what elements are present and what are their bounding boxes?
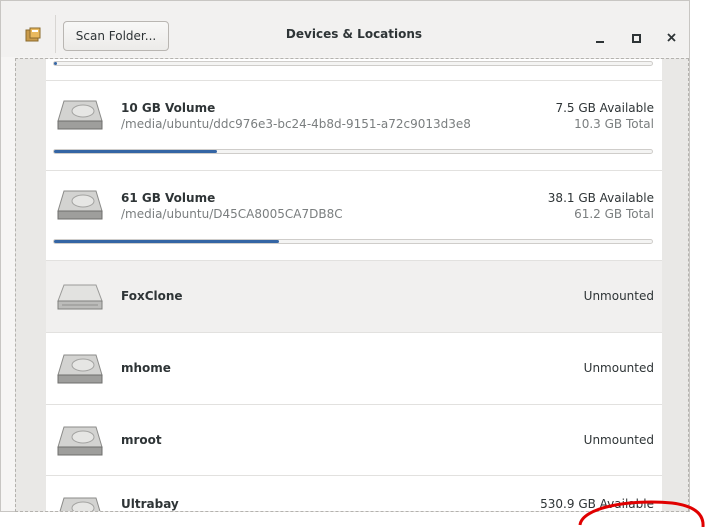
- list-item[interactable]: mroot Unmounted: [46, 405, 662, 475]
- list-item[interactable]: Ultrabay 530.9 GB Available: [46, 476, 662, 511]
- volume-name: Ultrabay: [121, 497, 179, 511]
- volume-status: Unmounted: [583, 433, 654, 447]
- window-title: Devices & Locations: [285, 27, 423, 41]
- volume-name: FoxClone: [121, 289, 183, 303]
- toolbar-separator: [55, 15, 56, 53]
- volume-path: /media/ubuntu/ddc976e3-bc24-4b8d-9151-a7…: [121, 117, 471, 131]
- volume-total: 10.3 GB Total: [574, 117, 654, 131]
- volume-total: 61.2 GB Total: [574, 207, 654, 221]
- minimize-icon[interactable]: [591, 27, 611, 45]
- hard-disk-icon: [57, 190, 103, 220]
- volume-path: /media/ubuntu/D45CA8005CA7DB8C: [121, 207, 343, 221]
- volume-name: 61 GB Volume: [121, 191, 216, 205]
- volume-usage-bar: [53, 239, 653, 244]
- title-bar[interactable]: Scan Folder... Devices & Locations: [1, 1, 689, 57]
- volume-name: mroot: [121, 433, 162, 447]
- hard-disk-icon: [57, 100, 103, 130]
- list-item[interactable]: mhome Unmounted: [46, 333, 662, 404]
- list-item[interactable]: 10 GB Volume /media/ubuntu/ddc976e3-bc24…: [46, 81, 662, 170]
- volume-usage-bar: [53, 149, 653, 154]
- volume-name: 10 GB Volume: [121, 101, 216, 115]
- red-circle-annotation: [578, 500, 705, 527]
- devices-window: Scan Folder... Devices & Locations 10 GB…: [0, 0, 690, 512]
- volume-usage-bar: [53, 61, 653, 66]
- device-list-area[interactable]: 10 GB Volume /media/ubuntu/ddc976e3-bc24…: [15, 58, 689, 512]
- hard-disk-icon: [57, 354, 103, 384]
- device-list[interactable]: 10 GB Volume /media/ubuntu/ddc976e3-bc24…: [46, 59, 662, 511]
- hard-disk-icon: [57, 426, 103, 456]
- volume-status: Unmounted: [583, 361, 654, 375]
- volume-name: mhome: [121, 361, 171, 375]
- maximize-icon[interactable]: [627, 27, 647, 45]
- volume-status: Unmounted: [583, 289, 654, 303]
- hard-disk-icon: [59, 497, 101, 511]
- drive-icon: [57, 284, 103, 310]
- close-icon[interactable]: [661, 27, 681, 45]
- volume-available: 38.1 GB Available: [547, 191, 654, 205]
- list-item[interactable]: 61 GB Volume /media/ubuntu/D45CA8005CA7D…: [46, 171, 662, 260]
- scan-folder-button[interactable]: Scan Folder...: [63, 21, 169, 51]
- list-item[interactable]: FoxClone Unmounted: [46, 261, 662, 332]
- volume-available: 7.5 GB Available: [555, 101, 654, 115]
- app-icon: [25, 27, 41, 42]
